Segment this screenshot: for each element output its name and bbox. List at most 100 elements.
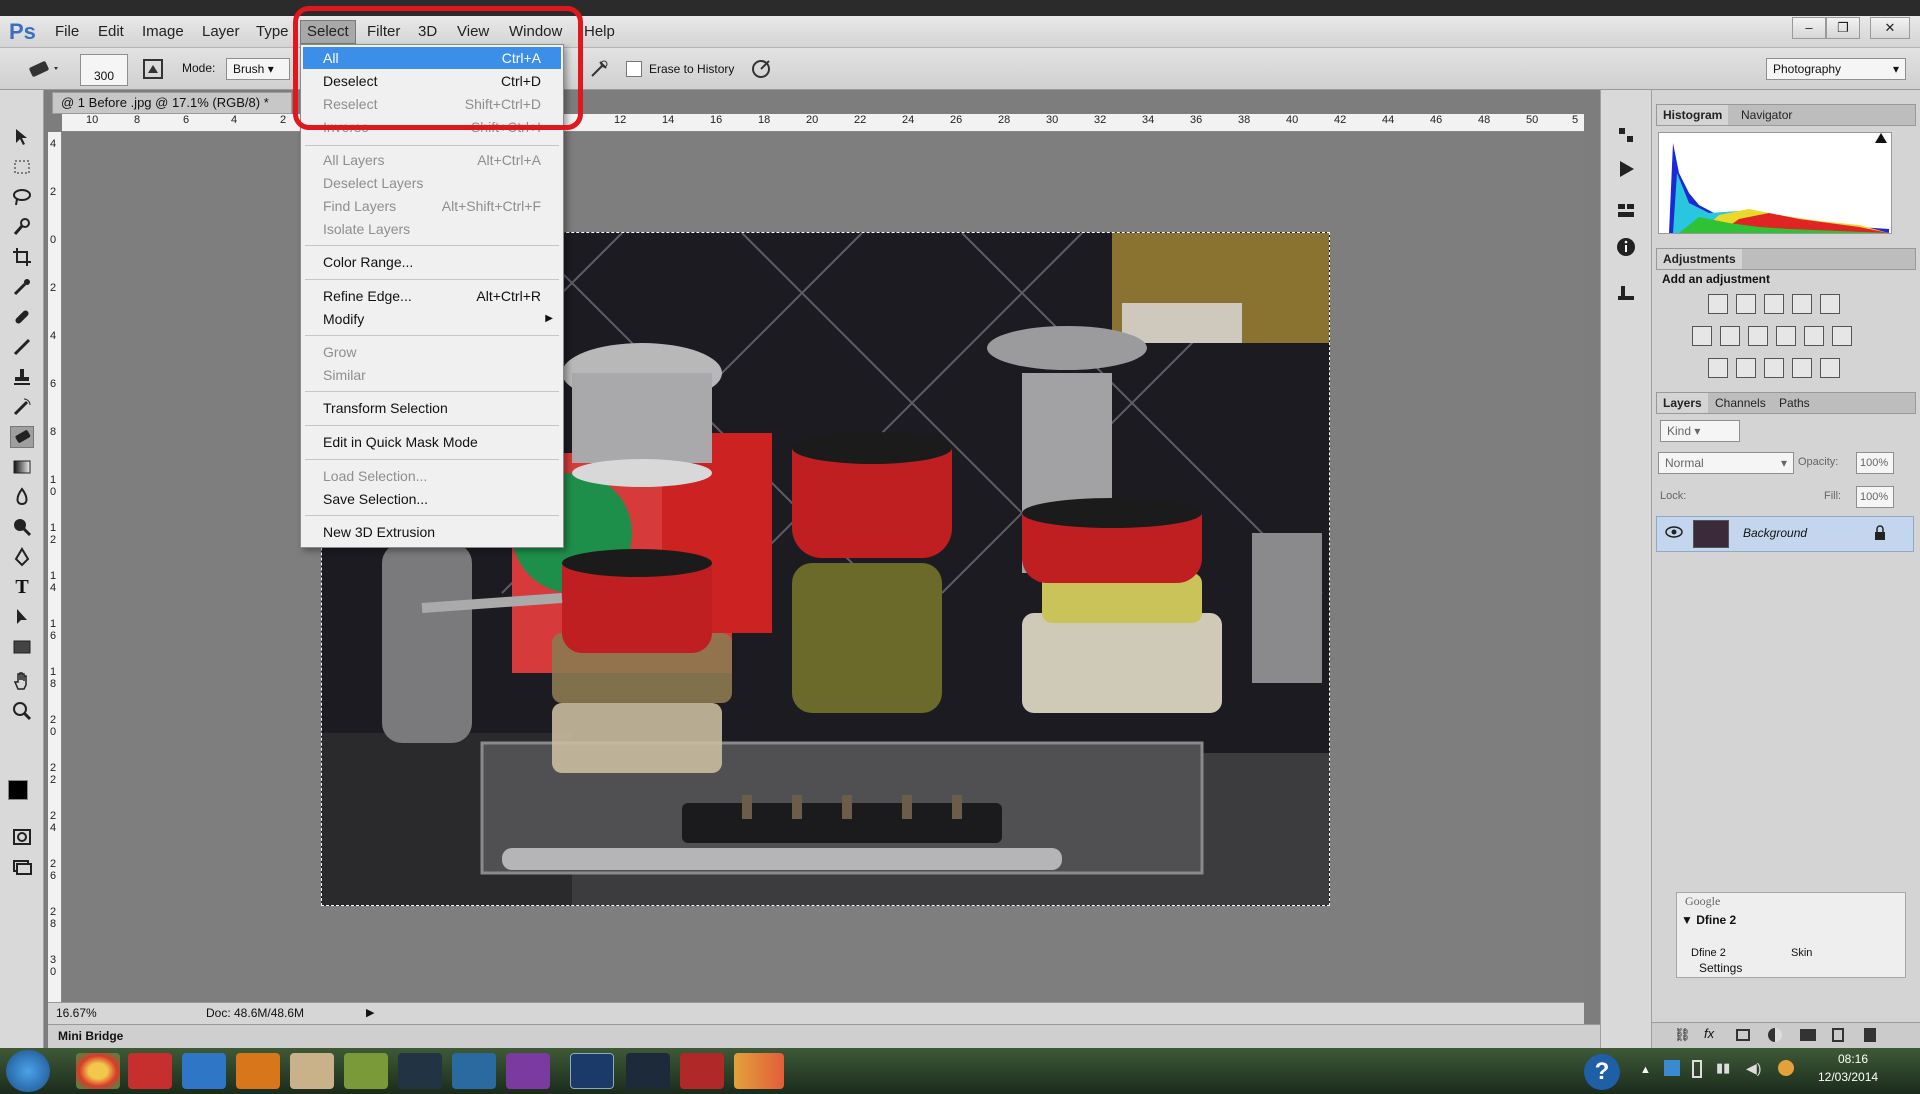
vibrance-icon[interactable] xyxy=(1820,294,1840,314)
photoshop-taskbar-icon[interactable] xyxy=(570,1053,614,1089)
document-tab[interactable]: @ 1 Before .jpg @ 17.1% (RGB/8) * xyxy=(52,92,292,114)
brightness-contrast-icon[interactable] xyxy=(1708,294,1728,314)
clock-time[interactable]: 08:16 xyxy=(1838,1052,1868,1066)
new-adjustment-icon[interactable] xyxy=(1768,1028,1782,1042)
posterize-icon[interactable] xyxy=(1736,358,1756,378)
app-dark-icon[interactable] xyxy=(398,1053,442,1089)
add-mask-icon[interactable] xyxy=(1736,1029,1750,1041)
menu-item-load-selection[interactable]: Load Selection... xyxy=(303,465,561,487)
curves-icon[interactable] xyxy=(1764,294,1784,314)
invert-icon[interactable] xyxy=(1708,358,1728,378)
menu-item-new-3d-extrusion[interactable]: New 3D Extrusion xyxy=(303,521,561,543)
app-blue-icon[interactable] xyxy=(452,1053,496,1089)
menu-image[interactable]: Image xyxy=(142,23,184,40)
firefox-icon[interactable] xyxy=(236,1053,280,1089)
link-layers-icon[interactable]: ⛓ xyxy=(1674,1027,1691,1043)
blur-tool-icon[interactable] xyxy=(10,486,34,508)
lasso-tool-icon[interactable] xyxy=(10,186,34,208)
rectangle-tool-icon[interactable] xyxy=(10,636,34,658)
app-green-icon[interactable] xyxy=(344,1053,388,1089)
tray-app-icon[interactable] xyxy=(1778,1060,1794,1076)
levels-icon[interactable] xyxy=(1736,294,1756,314)
marquee-tool-icon[interactable] xyxy=(10,156,34,178)
gmail-icon[interactable] xyxy=(128,1053,172,1089)
crop-tool-icon[interactable] xyxy=(10,246,34,268)
menu-item-transform-selection[interactable]: Transform Selection xyxy=(303,397,561,419)
channel-mixer-icon[interactable] xyxy=(1804,326,1824,346)
eyedropper-tool-icon[interactable] xyxy=(10,276,34,298)
menu-item-quick-mask[interactable]: Edit in Quick Mask Mode xyxy=(303,431,561,453)
minimize-button[interactable]: – xyxy=(1792,17,1826,39)
tray-signal-icon[interactable]: ▮▮ xyxy=(1716,1060,1730,1076)
history-panel-icon[interactable] xyxy=(1615,124,1637,146)
hue-saturation-icon[interactable] xyxy=(1692,326,1712,346)
tool-presets-icon[interactable] xyxy=(1615,282,1637,304)
close-button[interactable]: ✕ xyxy=(1870,17,1910,39)
tray-battery-icon[interactable] xyxy=(1692,1060,1702,1078)
menu-help[interactable]: Help xyxy=(584,23,615,40)
type-tool-icon[interactable]: T xyxy=(10,576,34,598)
fill-field[interactable]: 100% xyxy=(1856,486,1894,508)
app-orange-icon[interactable] xyxy=(734,1053,784,1089)
menu-item-grow[interactable]: Grow xyxy=(303,341,561,363)
explorer-icon[interactable] xyxy=(290,1053,334,1089)
exposure-icon[interactable] xyxy=(1792,294,1812,314)
tab-paths[interactable]: Paths xyxy=(1773,393,1816,413)
tab-navigator[interactable]: Navigator xyxy=(1735,105,1798,125)
zoom-level[interactable]: 16.67% xyxy=(56,1003,97,1023)
mode-select[interactable]: Brush ▾ xyxy=(226,58,290,80)
ie-icon[interactable] xyxy=(182,1053,226,1089)
mini-bridge-tab[interactable]: Mini Bridge xyxy=(48,1024,1600,1048)
hand-tool-icon[interactable] xyxy=(10,670,34,692)
color-lookup-icon[interactable] xyxy=(1832,326,1852,346)
color-balance-icon[interactable] xyxy=(1720,326,1740,346)
menu-item-all-layers[interactable]: All Layers Alt+Ctrl+A xyxy=(303,149,561,171)
restore-button[interactable]: ❐ xyxy=(1826,17,1860,39)
new-group-icon[interactable] xyxy=(1800,1029,1816,1041)
erase-history-checkbox[interactable] xyxy=(626,61,642,77)
delete-layer-icon[interactable] xyxy=(1864,1028,1876,1042)
tab-channels[interactable]: Channels xyxy=(1709,393,1772,413)
new-layer-icon[interactable] xyxy=(1832,1028,1844,1042)
menu-item-isolate-layers[interactable]: Isolate Layers xyxy=(303,218,561,240)
pressure-icon[interactable] xyxy=(749,57,773,81)
opacity-field[interactable]: 100% xyxy=(1856,452,1894,474)
menu-item-refine-edge[interactable]: Refine Edge... Alt+Ctrl+R xyxy=(303,285,561,307)
brush-panel-icon[interactable] xyxy=(142,58,164,80)
tray-network-icon[interactable] xyxy=(1664,1060,1680,1076)
start-button-icon[interactable] xyxy=(6,1050,50,1092)
menu-type[interactable]: Type xyxy=(256,23,289,40)
menu-item-deselect-layers[interactable]: Deselect Layers xyxy=(303,172,561,194)
status-arrow-icon[interactable]: ▶ xyxy=(366,1003,374,1023)
path-selection-tool-icon[interactable] xyxy=(10,606,34,628)
dfine-settings[interactable]: Settings xyxy=(1699,961,1742,975)
layer-row-background[interactable]: Background xyxy=(1656,516,1914,552)
app-red-icon[interactable] xyxy=(680,1053,724,1089)
info-panel-icon[interactable] xyxy=(1615,236,1637,258)
menu-file[interactable]: File xyxy=(55,23,79,40)
dodge-tool-icon[interactable] xyxy=(10,516,34,538)
selective-color-icon[interactable] xyxy=(1792,358,1812,378)
brush-tool-icon[interactable] xyxy=(10,336,34,358)
lightroom-icon[interactable] xyxy=(626,1053,670,1089)
black-white-icon[interactable] xyxy=(1748,326,1768,346)
zoom-tool-icon[interactable] xyxy=(10,700,34,722)
screen-mode-icon[interactable] xyxy=(10,856,34,878)
chrome-icon[interactable] xyxy=(76,1053,120,1089)
quick-selection-tool-icon[interactable] xyxy=(10,216,34,238)
eraser-tool-icon[interactable] xyxy=(10,426,34,448)
gradient-tool-icon[interactable] xyxy=(10,456,34,478)
photo-filter-icon[interactable] xyxy=(1776,326,1796,346)
healing-brush-tool-icon[interactable] xyxy=(10,306,34,328)
clock-date[interactable]: 12/03/2014 xyxy=(1818,1070,1878,1084)
gradient-map-icon[interactable] xyxy=(1820,358,1840,378)
quick-mask-icon[interactable] xyxy=(10,826,34,848)
pen-tool-icon[interactable] xyxy=(10,546,34,568)
menu-item-color-range[interactable]: Color Range... xyxy=(303,251,561,273)
menu-layer[interactable]: Layer xyxy=(202,23,240,40)
app-purple-icon[interactable] xyxy=(506,1053,550,1089)
history-brush-tool-icon[interactable] xyxy=(10,396,34,418)
layer-filter-kind[interactable]: Kind ▾ xyxy=(1660,420,1740,442)
clone-stamp-tool-icon[interactable] xyxy=(10,366,34,388)
tab-adjustments[interactable]: Adjustments xyxy=(1657,249,1742,269)
